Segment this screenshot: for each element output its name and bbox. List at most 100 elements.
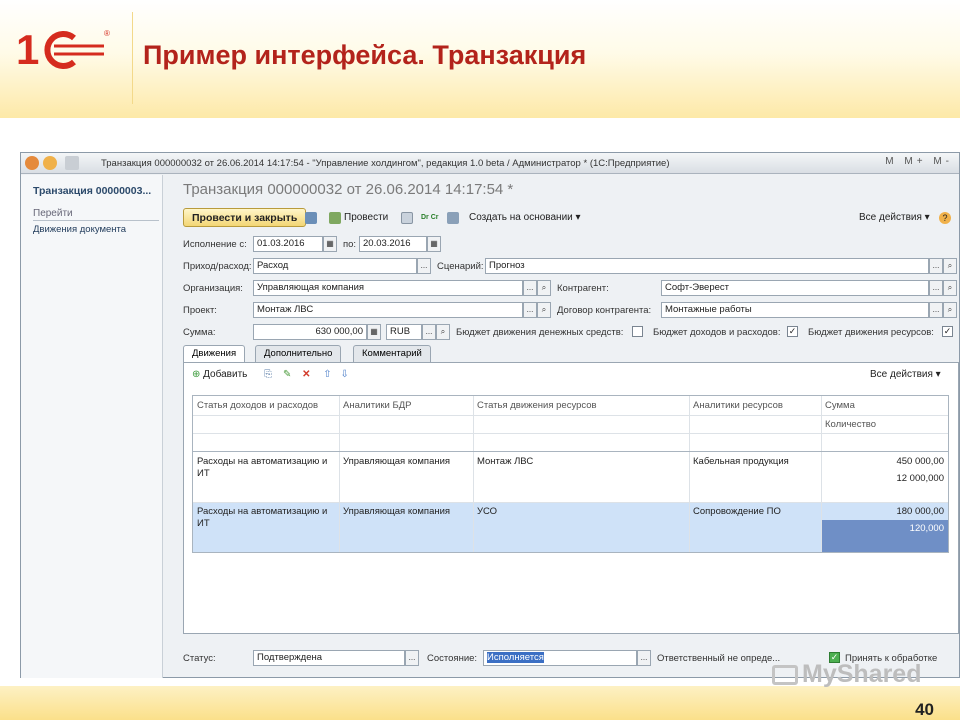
dropdown-icon[interactable] xyxy=(43,156,57,170)
report-icon xyxy=(447,211,459,224)
select-button[interactable]: ... xyxy=(929,258,943,274)
calendar-icon[interactable]: ▦ xyxy=(323,236,337,252)
select-button[interactable]: ... xyxy=(523,302,537,318)
select-button[interactable]: ... xyxy=(523,280,537,296)
help-icon: ? xyxy=(939,211,951,224)
select-button[interactable]: ... xyxy=(405,650,419,666)
form-toolbar: Провести и закрыть Провести Dr Cr Создат… xyxy=(183,208,959,228)
copy-icon[interactable]: ⎘ xyxy=(264,369,272,380)
income-budget-label: Бюджет доходов и расходов: xyxy=(653,327,781,338)
window-controls[interactable]: M M+ M- xyxy=(885,156,953,167)
header-article[interactable]: Статья доходов и расходов xyxy=(197,400,318,411)
create-based-on-button[interactable]: Создать на основании ▾ xyxy=(469,208,581,227)
sidebar-item-movements[interactable]: Движения документа xyxy=(33,224,126,235)
save-button[interactable] xyxy=(305,208,317,227)
cell-resource[interactable]: Монтаж ЛВС xyxy=(477,456,533,467)
calculator-icon[interactable]: ▦ xyxy=(367,324,381,340)
sidebar-title[interactable]: Транзакция 00000003... xyxy=(33,185,151,197)
window-titlebar: Транзакция 000000032 от 26.06.2014 14:17… xyxy=(21,153,959,174)
edit-icon[interactable]: ✎ xyxy=(283,369,291,380)
state-label: Состояние: xyxy=(427,653,478,664)
search-icon[interactable]: ⌕ xyxy=(943,302,957,318)
select-button[interactable]: ... xyxy=(929,280,943,296)
cell-article-cont: ИТ xyxy=(197,518,210,529)
project-field[interactable]: Монтаж ЛВС xyxy=(253,302,523,318)
cell-article-cont: ИТ xyxy=(197,468,210,479)
state-field[interactable]: Исполняется xyxy=(483,650,637,666)
search-icon[interactable]: ⌕ xyxy=(537,302,551,318)
star-icon[interactable] xyxy=(65,156,79,170)
help-button[interactable]: ? xyxy=(939,208,951,227)
income-budget-checkbox[interactable]: ✓ xyxy=(787,326,798,337)
search-icon[interactable]: ⌕ xyxy=(943,280,957,296)
exec-from-field[interactable]: 01.03.2016 xyxy=(253,236,323,252)
sum-field[interactable]: 630 000,00 xyxy=(253,324,367,340)
move-down-icon[interactable]: ⇩ xyxy=(340,369,348,380)
state-value: Исполняется xyxy=(487,652,544,663)
currency-field[interactable]: RUB xyxy=(386,324,422,340)
document-icon xyxy=(401,211,413,224)
report-button[interactable] xyxy=(447,208,459,227)
tab-additional[interactable]: Дополнительно xyxy=(255,345,342,362)
post-icon xyxy=(329,211,341,224)
cell-resource[interactable]: УСО xyxy=(477,506,497,517)
cell-sum[interactable]: 450 000,00 xyxy=(896,456,944,467)
header-sum[interactable]: Сумма xyxy=(825,400,855,411)
cell-res-analytics[interactable]: Кабельная продукция xyxy=(693,456,789,467)
window-title: Транзакция 000000032 от 26.06.2014 14:17… xyxy=(101,158,670,169)
exec-to-field[interactable]: 20.03.2016 xyxy=(359,236,427,252)
project-label: Проект: xyxy=(183,305,217,316)
delete-icon[interactable]: ✕ xyxy=(302,369,310,380)
add-button[interactable]: ⊕ Добавить xyxy=(192,369,247,380)
tab-movements[interactable]: Движения xyxy=(183,345,246,363)
status-field[interactable]: Подтверждена xyxy=(253,650,405,666)
svg-text:®: ® xyxy=(104,29,110,38)
tab-comment[interactable]: Комментарий xyxy=(353,345,431,362)
org-field[interactable]: Управляющая компания xyxy=(253,280,523,296)
cell-quantity-selected[interactable]: 120,000 xyxy=(910,523,944,534)
print-button[interactable] xyxy=(401,208,413,227)
contractor-label: Контрагент: xyxy=(557,283,609,294)
app-menu-icon[interactable] xyxy=(25,156,39,170)
cell-bdr[interactable]: Управляющая компания xyxy=(343,506,450,517)
post-and-close-button[interactable]: Провести и закрыть xyxy=(183,208,307,227)
search-icon[interactable]: ⌕ xyxy=(943,258,957,274)
table-all-actions-button[interactable]: Все действия ▾ xyxy=(870,369,941,380)
cash-budget-label: Бюджет движения денежных средств: xyxy=(456,327,624,338)
table-toolbar: ⊕ Добавить ⎘ ✎ ✕ ⇧ ⇩ xyxy=(192,369,349,380)
cash-budget-checkbox[interactable] xyxy=(632,326,643,337)
dr-cr-button[interactable]: Dr Cr xyxy=(421,208,439,227)
contract-field[interactable]: Монтажные работы xyxy=(661,302,929,318)
move-up-icon[interactable]: ⇧ xyxy=(323,369,331,380)
resources-budget-checkbox[interactable]: ✓ xyxy=(942,326,953,337)
cell-res-analytics[interactable]: Сопровождение ПО xyxy=(693,506,781,517)
cell-article[interactable]: Расходы на автоматизацию и xyxy=(197,456,327,467)
org-label: Организация: xyxy=(183,283,243,294)
watermark: MyShared xyxy=(772,660,921,689)
cell-quantity[interactable]: 12 000,000 xyxy=(896,473,944,484)
scenario-field[interactable]: Прогноз xyxy=(485,258,929,274)
all-actions-button[interactable]: Все действия ▾ xyxy=(859,208,930,227)
header-quantity[interactable]: Количество xyxy=(825,419,876,430)
inout-field[interactable]: Расход xyxy=(253,258,417,274)
post-button[interactable]: Провести xyxy=(329,208,388,227)
select-button[interactable]: ... xyxy=(422,324,436,340)
sum-label: Сумма: xyxy=(183,327,216,338)
calendar-icon[interactable]: ▦ xyxy=(427,236,441,252)
search-icon[interactable]: ⌕ xyxy=(436,324,450,340)
header-resource[interactable]: Статья движения ресурсов xyxy=(477,400,597,411)
exec-from-label: Исполнение с: xyxy=(183,239,247,250)
select-button[interactable]: ... xyxy=(417,258,431,274)
status-label: Статус: xyxy=(183,653,216,664)
contractor-field[interactable]: Софт-Эверест xyxy=(661,280,929,296)
select-button[interactable]: ... xyxy=(929,302,943,318)
select-button[interactable]: ... xyxy=(637,650,651,666)
cell-article[interactable]: Расходы на автоматизацию и xyxy=(197,506,327,517)
header-bdr[interactable]: Аналитики БДР xyxy=(343,400,411,411)
search-icon[interactable]: ⌕ xyxy=(537,280,551,296)
cell-bdr[interactable]: Управляющая компания xyxy=(343,456,450,467)
page-number: 40 xyxy=(915,700,934,719)
app-window: Транзакция 000000032 от 26.06.2014 14:17… xyxy=(20,152,960,678)
cell-sum[interactable]: 180 000,00 xyxy=(896,506,944,517)
header-res-analytics[interactable]: Аналитики ресурсов xyxy=(693,400,783,411)
